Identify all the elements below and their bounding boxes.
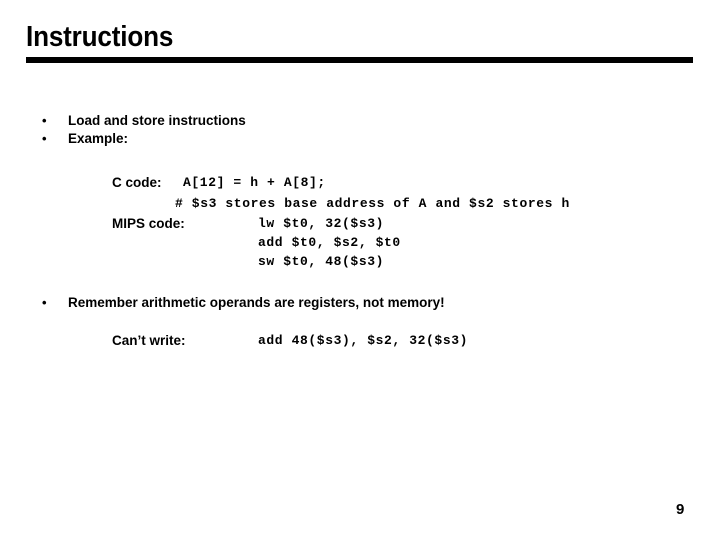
bullet-marker: • <box>42 113 47 128</box>
bullet-marker: • <box>42 295 47 310</box>
bullet-marker: • <box>42 131 47 146</box>
c-code-line: A[12] = h + A[8]; <box>183 175 326 190</box>
cant-write-label: Can’t write: <box>112 333 186 348</box>
slide-body: • Load and store instructions • Example:… <box>0 0 720 540</box>
cant-write-code: add 48($s3), $s2, 32($s3) <box>258 333 469 348</box>
c-code-label: C code: <box>112 175 162 190</box>
mips-code-label: MIPS code: <box>112 216 185 231</box>
page-number: 9 <box>676 501 685 518</box>
mips-code-line: add $t0, $s2, $t0 <box>258 235 401 250</box>
bullet-item-remember: Remember arithmetic operands are registe… <box>68 295 445 310</box>
bullet-item-example: Example: <box>68 131 129 146</box>
mips-code-line: lw $t0, 32($s3) <box>258 216 385 231</box>
mips-code-line: sw $t0, 48($s3) <box>258 254 385 269</box>
bullet-item-load-store: Load and store instructions <box>68 113 246 128</box>
c-code-comment: # $s3 stores base address of A and $s2 s… <box>175 196 570 211</box>
slide-root: Instructions • Load and store instructio… <box>0 0 720 540</box>
